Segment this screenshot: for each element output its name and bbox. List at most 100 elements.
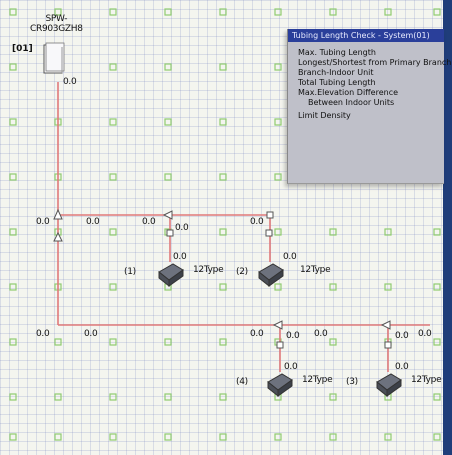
pipe-node-1a (166, 229, 174, 237)
grid-node (329, 228, 337, 236)
branch-joint-4 (272, 320, 283, 330)
tubing-length-label[interactable]: 0.0 (86, 217, 100, 227)
grid-node (54, 338, 62, 346)
window-edge (443, 0, 452, 455)
grid-node (9, 63, 17, 71)
branch-joints[interactable] (53, 208, 392, 349)
grid-node (433, 433, 441, 441)
grid-node (164, 338, 172, 346)
indoor-unit-tubing[interactable]: 0.0 (173, 252, 187, 262)
grid-node (219, 173, 227, 181)
grid-node (433, 393, 441, 401)
pipe-node-2b (266, 211, 274, 219)
tubing-length-label[interactable]: 0.0 (250, 329, 264, 339)
indoor-unit-icon-1 (158, 263, 184, 288)
outdoor-unit-tag: [01] (12, 44, 33, 54)
panel-item-between-indoor: Between Indoor Units (308, 98, 395, 107)
grid-node (219, 283, 227, 291)
grid-node (274, 118, 282, 126)
tubing-length-label[interactable]: 0.0 (84, 329, 98, 339)
grid-node (164, 393, 172, 401)
grid-node (274, 63, 282, 71)
outdoor-unit-model: SPW- CR903GZH8 (30, 14, 83, 34)
indoor-unit-icon-2 (258, 263, 284, 288)
grid-node (54, 393, 62, 401)
panel-item-branch-indoor: Branch-Indoor Unit (298, 68, 374, 77)
grid-node (164, 63, 172, 71)
grid-node (384, 283, 392, 291)
tubing-length-label[interactable]: 0.0 (175, 223, 189, 233)
grid-node (274, 173, 282, 181)
branch-joint-1 (162, 210, 173, 220)
grid-node (109, 283, 117, 291)
grid-node (274, 283, 282, 291)
panel-item-longest-shortest: Longest/Shortest from Primary Branch (298, 58, 452, 67)
grid-node (109, 63, 117, 71)
grid-node (329, 433, 337, 441)
tubing-length-label[interactable]: 0.0 (395, 331, 409, 341)
grid-node (164, 118, 172, 126)
outdoor-tubing-length[interactable]: 0.0 (63, 77, 77, 87)
panel-title[interactable]: Tubing Length Check - System(01) (288, 29, 444, 42)
panel-item-total-tubing: Total Tubing Length (298, 78, 376, 87)
pipe-node-2a (265, 229, 273, 237)
grid-node (384, 8, 392, 16)
grid-node (433, 283, 441, 291)
indoor-unit-icon-4 (267, 373, 293, 398)
grid-node (384, 228, 392, 236)
tubing-length-label[interactable]: 0.0 (314, 329, 328, 339)
grid-node (9, 228, 17, 236)
grid-node (9, 283, 17, 291)
tubing-length-label[interactable]: 0.0 (142, 217, 156, 227)
grid-node (329, 338, 337, 346)
grid-node (219, 433, 227, 441)
tubing-length-label[interactable]: 0.0 (36, 329, 50, 339)
grid-node (109, 228, 117, 236)
tubing-length-label[interactable]: 0.0 (418, 329, 432, 339)
tubing-length-label[interactable]: 0.0 (286, 331, 300, 341)
grid-node (329, 283, 337, 291)
panel-item-max-tubing-length: Max. Tubing Length (298, 48, 376, 57)
indoor-unit-type: 12Type (193, 265, 224, 275)
indoor-unit-tubing[interactable]: 0.0 (283, 252, 297, 262)
panel-item-max-elevation: Max.Elevation Difference (298, 88, 399, 97)
grid-node (9, 393, 17, 401)
grid-node (433, 228, 441, 236)
tubing-length-label[interactable]: 0.0 (36, 217, 50, 227)
tubing-length-check-panel[interactable]: Tubing Length Check - System(01) Max. Tu… (287, 29, 452, 184)
grid-node (219, 393, 227, 401)
grid-node (109, 433, 117, 441)
grid-node (329, 8, 337, 16)
grid-node (433, 338, 441, 346)
indoor-unit-type: 12Type (411, 375, 442, 385)
branch-joint-3 (380, 320, 391, 330)
grid-node (9, 118, 17, 126)
grid-node (219, 228, 227, 236)
grid-node (54, 433, 62, 441)
pipe-node-4a (276, 341, 284, 349)
grid-node (219, 8, 227, 16)
grid-node (219, 338, 227, 346)
indoor-unit-id: (2) (236, 267, 248, 277)
grid-node (9, 8, 17, 16)
indoor-unit-id: (4) (236, 377, 248, 387)
grid-node (274, 8, 282, 16)
grid-node (109, 338, 117, 346)
grid-node (164, 173, 172, 181)
grid-node (164, 8, 172, 16)
grid-node (384, 433, 392, 441)
grid-node (109, 173, 117, 181)
grid-node (9, 338, 17, 346)
indoor-unit-tubing[interactable]: 0.0 (395, 362, 409, 372)
outdoor-unit-icon[interactable] (43, 42, 65, 74)
panel-item-limit-density: Limit Density (298, 111, 351, 120)
grid-node (9, 173, 17, 181)
grid-node (109, 8, 117, 16)
grid-node (109, 393, 117, 401)
grid-node (164, 433, 172, 441)
indoor-unit-id: (1) (124, 267, 136, 277)
tubing-length-label[interactable]: 0.0 (250, 217, 264, 227)
indoor-unit-tubing[interactable]: 0.0 (284, 362, 298, 372)
grid-node (219, 118, 227, 126)
grid-node (274, 433, 282, 441)
